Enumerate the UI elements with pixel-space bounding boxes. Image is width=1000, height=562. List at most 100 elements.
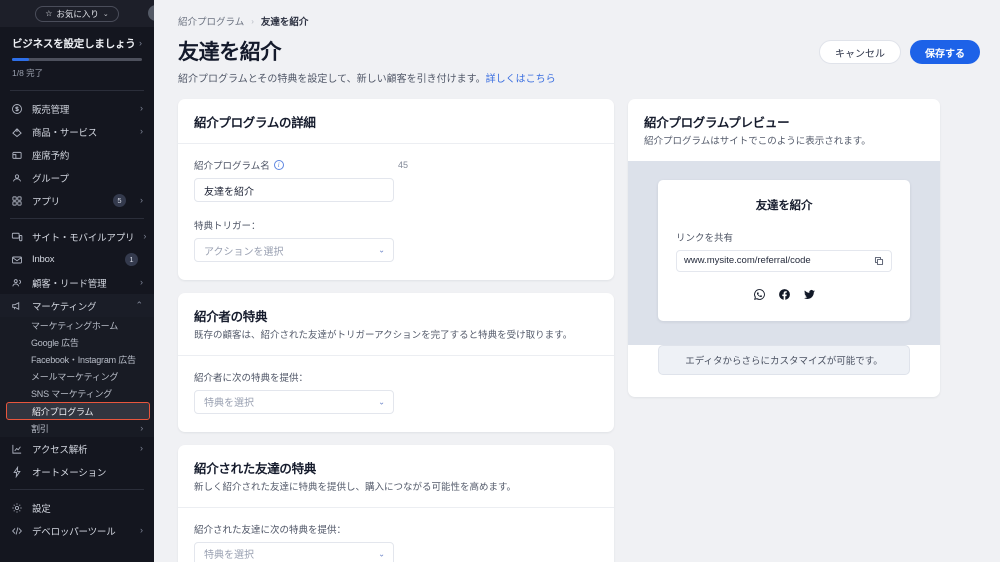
- friend-reward-placeholder: 特典を選択: [204, 550, 254, 562]
- sidebar-subitem-label: メールマーケティング: [31, 372, 119, 382]
- sidebar-item-label: グループ: [32, 173, 69, 185]
- sidebar-item-site-app[interactable]: サイト・モバイルアプリ ›: [0, 225, 154, 248]
- page-subtitle-text: 紹介プログラムとその特典を設定して、新しい顧客を引き付けます。: [178, 74, 486, 85]
- share-link-url: www.mysite.com/referral/code: [684, 255, 811, 267]
- sidebar-item-developer-tools[interactable]: デベロッパーツール ›: [0, 519, 154, 542]
- page-header: 友達を紹介 紹介プログラムとその特典を設定して、新しい顧客を引き付けます。詳しく…: [178, 36, 980, 85]
- breadcrumb: 紹介プログラム › 友達を紹介: [178, 14, 980, 29]
- program-name-input[interactable]: [194, 178, 394, 202]
- sidebar-item-products[interactable]: 商品・サービス ›: [0, 120, 154, 143]
- marketing-subnav: マーケティングホーム Google 広告 Facebook・Instagram …: [0, 317, 154, 437]
- setup-title: ビジネスを設定しましょう: [12, 38, 136, 50]
- sidebar-item-groups[interactable]: グループ: [0, 166, 154, 189]
- sidebar-item-label: 販売管理: [32, 104, 70, 116]
- card-title: 紹介プログラムの詳細: [194, 116, 316, 130]
- sidebar-divider: [10, 489, 144, 490]
- program-name-label-wrap: 紹介プログラム名 i: [194, 158, 284, 172]
- sidebar-badge: 5: [113, 194, 126, 207]
- info-icon[interactable]: i: [273, 160, 284, 170]
- code-icon: [11, 525, 23, 537]
- trigger-label-row: 特典トリガー：: [194, 218, 598, 232]
- sidebar-subitem-label: Facebook・Instagram 広告: [31, 355, 136, 365]
- chevron-up-icon: ⌃: [135, 300, 143, 310]
- sidebar-item-sales[interactable]: 販売管理 ›: [0, 97, 154, 120]
- learn-more-link[interactable]: 詳しくはこちら: [486, 74, 556, 85]
- sidebar-item-marketing[interactable]: マーケティング ⌃: [0, 294, 154, 317]
- sidebar-item-settings[interactable]: 設定: [0, 496, 154, 519]
- save-button[interactable]: 保存する: [910, 40, 980, 64]
- chevron-right-icon: ›: [140, 277, 143, 287]
- chevron-right-icon: ›: [139, 38, 142, 48]
- sidebar-item-label: アクセス解析: [32, 444, 88, 456]
- referrer-reward-label-row: 紹介者に次の特典を提供：: [194, 370, 598, 384]
- sidebar-subitem-email-marketing[interactable]: メールマーケティング: [0, 368, 154, 385]
- program-name-counter: 45: [397, 160, 408, 170]
- favorites-bar: ☆ お気に入り ⌄: [0, 0, 154, 27]
- chevron-right-icon: ›: [140, 443, 143, 453]
- copy-icon[interactable]: [874, 256, 884, 266]
- sidebar-subitem-referral-program[interactable]: 紹介プログラム: [6, 402, 150, 420]
- sidebar-item-automation[interactable]: オートメーション: [0, 460, 154, 483]
- sidebar-badge: 1: [125, 253, 138, 266]
- sidebar-subitem-marketing-home[interactable]: マーケティングホーム: [0, 317, 154, 334]
- chevron-right-icon: ›: [140, 195, 143, 205]
- chevron-right-icon: ›: [143, 231, 147, 241]
- contacts-icon: [11, 277, 23, 289]
- trigger-field: 特典トリガー： アクションを選択 ⌄: [194, 218, 598, 262]
- preview-title: 紹介プログラムプレビュー: [644, 116, 790, 130]
- megaphone-icon: [11, 300, 23, 312]
- sidebar-subitem-label: 紹介プログラム: [32, 406, 94, 417]
- sidebar-item-booking[interactable]: 座席予約: [0, 143, 154, 166]
- friend-reward-card: 紹介された友達の特典 新しく紹介された友達に特典を提供し、購入につながる可能性を…: [178, 444, 614, 562]
- favorites-button[interactable]: ☆ お気に入り ⌄: [35, 5, 119, 22]
- sidebar: ☆ お気に入り ⌄ ビジネスを設定しましょう › 1/8 完了 販売管理 › 商…: [0, 0, 154, 562]
- sidebar-divider: [10, 90, 144, 91]
- breadcrumb-parent-link[interactable]: 紹介プログラム: [178, 14, 244, 28]
- chevron-right-icon: ›: [251, 16, 254, 26]
- gear-icon: [11, 502, 23, 514]
- preview-widget-title: 友達を紹介: [755, 199, 813, 212]
- automation-icon: [11, 465, 23, 478]
- trigger-select-wrap: アクションを選択 ⌄: [194, 238, 394, 262]
- program-name-label-row: 紹介プログラム名 i 45: [194, 158, 598, 172]
- sidebar-subitem-social-marketing[interactable]: SNS マーケティング: [0, 385, 154, 402]
- whatsapp-icon[interactable]: [753, 288, 766, 301]
- trigger-select-placeholder: アクションを選択: [204, 246, 284, 258]
- friend-reward-select-wrap: 特典を選択 ⌄: [194, 541, 394, 562]
- referrer-reward-card: 紹介者の特典 既存の顧客は、紹介された友達がトリガーアクションを完了すると特典を…: [178, 293, 614, 432]
- friend-reward-select[interactable]: 特典を選択: [194, 541, 394, 562]
- sidebar-item-contacts[interactable]: 顧客・リード管理 ›: [0, 271, 154, 294]
- setup-progress-track: [12, 58, 142, 61]
- setup-progress-block[interactable]: ビジネスを設定しましょう › 1/8 完了: [0, 27, 154, 84]
- share-link-box[interactable]: www.mysite.com/referral/code: [676, 249, 892, 272]
- sidebar-subitem-facebook-instagram-ads[interactable]: Facebook・Instagram 広告: [0, 351, 154, 368]
- tag-icon: [11, 126, 23, 138]
- setup-progress-text: 1/8 完了: [12, 68, 44, 78]
- card-description: 新しく紹介された友達に特典を提供し、購入につながる可能性を高めます。: [194, 481, 517, 493]
- cancel-button[interactable]: キャンセル: [819, 40, 901, 64]
- analytics-icon: [11, 443, 23, 455]
- dollar-circle-icon: [11, 103, 23, 115]
- referrer-reward-select[interactable]: 特典を選択: [194, 389, 394, 414]
- favorites-label: お気に入り: [56, 8, 99, 19]
- chevron-right-icon: ›: [140, 103, 143, 113]
- monitor-icon: [11, 231, 23, 243]
- main-content: 紹介プログラム › 友達を紹介 友達を紹介 紹介プログラムとその特典を設定して、…: [154, 0, 1000, 562]
- sidebar-item-label: マーケティング: [32, 301, 97, 313]
- sidebar-item-analytics[interactable]: アクセス解析 ›: [0, 437, 154, 460]
- sidebar-subitem-discounts[interactable]: 割引 ›: [0, 420, 154, 437]
- twitter-icon[interactable]: [803, 288, 816, 301]
- card-description: 既存の顧客は、紹介された友達がトリガーアクションを完了すると特典を受け取ります。: [194, 330, 573, 341]
- trigger-select[interactable]: アクションを選択: [194, 238, 394, 262]
- trigger-label: 特典トリガー：: [194, 221, 261, 232]
- sidebar-item-apps[interactable]: アプリ 5 ›: [0, 189, 154, 212]
- chevron-right-icon: ›: [140, 423, 143, 433]
- program-details-card: 紹介プログラムの詳細 紹介プログラム名 i 45 友達を紹介 特典トリガー： ア…: [178, 99, 614, 280]
- facebook-icon[interactable]: [778, 288, 791, 301]
- star-icon: ☆: [45, 8, 53, 18]
- sidebar-item-label: 座席予約: [32, 150, 70, 162]
- sidebar-subitem-google-ads[interactable]: Google 広告: [0, 334, 154, 351]
- referrer-reward-select-wrap: 特典を選択 ⌄: [194, 389, 394, 414]
- sidebar-item-inbox[interactable]: Inbox 1: [0, 248, 154, 271]
- apps-icon: [11, 195, 23, 207]
